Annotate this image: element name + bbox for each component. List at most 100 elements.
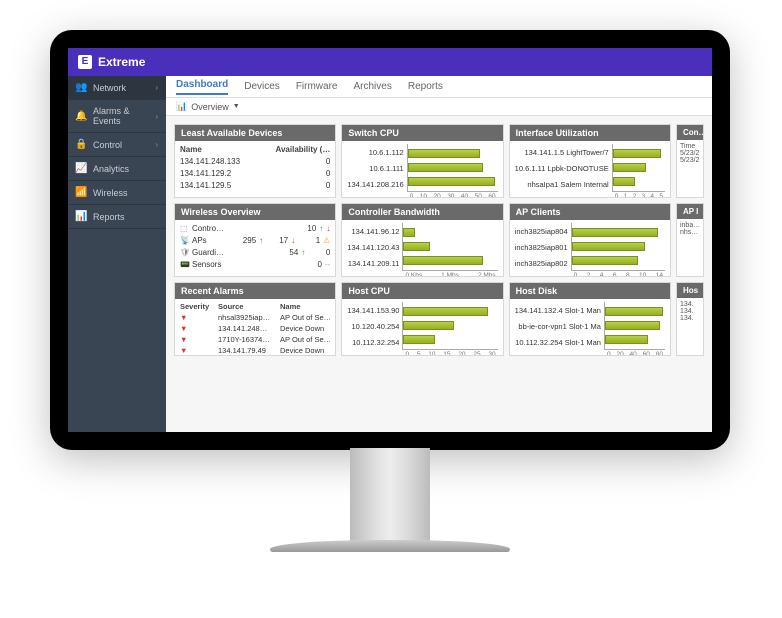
wireless-row[interactable]: 📡APs295↑17↓1⚠ [180, 235, 330, 246]
card-least-available[interactable]: Least Available Devices NameAvailability… [174, 124, 336, 198]
chart-bar [605, 335, 649, 344]
bar-chart: 134.141.153.90 10.120.40.254 10.112.32.254… [347, 302, 497, 350]
tab-reports[interactable]: Reports [408, 81, 443, 92]
card-title: Host Disk [510, 283, 670, 299]
card-controller-bandwidth[interactable]: Controller Bandwidth 134.141.96.12134.14… [341, 203, 503, 277]
app-header: E Extreme [68, 48, 712, 76]
sidebar-icon: 👥 [76, 82, 87, 93]
tab-archives[interactable]: Archives [353, 81, 391, 92]
alarm-row[interactable]: ▼134.141.248…Device Down [180, 324, 330, 334]
table-row[interactable]: 134.141.129.50 [180, 180, 330, 191]
bar-chart: 134.141.1.5 LightTower/710.6.1.11 Lpbk-D… [515, 144, 665, 192]
chart-label: 134.141.132.4 Slot-1 Man [515, 306, 601, 315]
chart-bar [403, 256, 482, 265]
monitor-stand-base [270, 540, 510, 552]
brand-logo: E [78, 55, 92, 69]
chart-label: 10.6.1.112 [347, 148, 403, 157]
chart-bar [613, 149, 661, 158]
severity-icon: ▼ [180, 324, 214, 334]
chart-bar [572, 256, 639, 265]
chart-bar [613, 177, 635, 186]
screen: E Extreme 👥 Network › 🔔Alarms & Events› 🔒 Con… [68, 48, 712, 432]
tab-bar: Dashboard Devices Firmware Archives Reports [166, 76, 712, 98]
alarm-row[interactable]: ▼134.141.79.49Device Down [180, 346, 330, 356]
card-switch-cpu[interactable]: Switch CPU 10.6.1.11210.6.1.111134.141.2… [341, 124, 503, 198]
overview-label: Overview [191, 102, 229, 112]
sidebar-icon: 📶 [76, 187, 87, 198]
monitor-stand-neck [350, 448, 430, 543]
chart-label: 10.6.1.111 [347, 164, 403, 173]
chart-label: bb-ie-cor-vpn1 Slot-1 Ma [515, 322, 601, 331]
alarm-row[interactable]: ▼1710Y-16374…AP Out of Se… [180, 335, 330, 345]
tab-firmware[interactable]: Firmware [296, 81, 338, 92]
card-edge-2[interactable]: AP I inba…nhs… [676, 203, 704, 277]
sidebar-item-control[interactable]: 🔒 Control › [68, 133, 166, 157]
bar-chart: 10.6.1.11210.6.1.111134.141.208.21601020… [347, 144, 497, 192]
card-title: Recent Alarms [175, 283, 335, 299]
wireless-row[interactable]: 🛡Guardi…54↑0 [180, 247, 330, 258]
down-icon: ↓ [326, 223, 330, 234]
wireless-row[interactable]: 📟Sensors0-- [180, 259, 330, 270]
chart-axis: 0 Kbs1 Mbs2 Mbs [403, 272, 497, 277]
chart-axis: 0102030405060 [408, 193, 498, 198]
card-wireless-overview[interactable]: Wireless Overview ⬚Contro…10↑↓📡APs295↑17… [174, 203, 336, 277]
chart-label: 134.141.153.90 [347, 306, 399, 315]
severity-icon: ▼ [180, 313, 214, 323]
card-edge-3[interactable]: Hos 134.134.134. [676, 282, 704, 356]
chart-label: 134.141.120.43 [347, 243, 399, 252]
tab-dashboard[interactable]: Dashboard [176, 79, 228, 95]
bar-chart: 134.141.96.12134.141.120.43134.141.209.1… [347, 223, 497, 271]
alarm-row[interactable]: ▼nhsal3925iap…AP Out of Se… [180, 313, 330, 323]
card-title: Host CPU [342, 283, 502, 299]
bar-chart: inch3825iap804inch3825iap801inch3825iap8… [515, 223, 665, 271]
card-ap-clients[interactable]: AP Clients inch3825iap804inch3825iap801i… [509, 203, 671, 277]
down-icon: ↓ [291, 235, 295, 246]
sidebar-label: Network [93, 83, 126, 93]
chevron-right-icon: › [155, 83, 158, 92]
overview-dropdown[interactable]: 📊 Overview ▼ [166, 98, 712, 116]
chart-bar [403, 242, 429, 251]
chart-axis: 024681014 [572, 272, 665, 277]
severity-icon: ▼ [180, 346, 214, 356]
sidebar-label: Analytics [93, 164, 129, 174]
chart-bar [403, 307, 488, 316]
table-row[interactable]: 134.141.129.20 [180, 168, 330, 179]
up-icon: ↑ [301, 247, 305, 258]
sidebar-label: Control [93, 140, 122, 150]
up-icon: ↑ [319, 223, 323, 234]
chart-bar [403, 228, 414, 237]
sidebar-item-alarms-events[interactable]: 🔔Alarms & Events› [68, 100, 166, 133]
table-row[interactable]: 134.141.248.1330 [180, 156, 330, 167]
chart-bar [408, 163, 483, 172]
sidebar-label: Reports [93, 212, 125, 222]
chart-axis: 020406080 [605, 351, 665, 356]
sidebar-item-analytics[interactable]: 📈Analytics [68, 157, 166, 181]
card-host-disk[interactable]: Host Disk 134.141.132.4 Slot-1 Man bb-ie-… [509, 282, 671, 356]
card-recent-alarms[interactable]: Recent Alarms SeveritySourceName▼nhsal39… [174, 282, 336, 356]
main-panel: DashboardDevicesFirmwareArchivesReports … [166, 76, 712, 432]
chart-icon: 📊 [176, 101, 187, 112]
card-host-cpu[interactable]: Host CPU 134.141.153.90 10.120.40.254 10.1… [341, 282, 503, 356]
dashboard-grid: Least Available Devices NameAvailability… [166, 116, 712, 364]
tab-devices[interactable]: Devices [244, 81, 280, 92]
sidebar-icon: 🔒 [76, 139, 87, 150]
chart-label: inch3825iap801 [515, 243, 568, 252]
chart-label: 10.112.32.254 [347, 338, 399, 347]
severity-icon: ▼ [180, 335, 214, 345]
chart-label: 10.6.1.11 Lpbk-DONOTUSE [515, 164, 609, 173]
chart-bar [572, 228, 659, 237]
sidebar-item-wireless[interactable]: 📶 Wireless [68, 181, 166, 205]
sidebar-label: Wireless [93, 188, 128, 198]
chart-label: inch3825iap802 [515, 259, 568, 268]
sidebar-item-reports[interactable]: 📊Reports [68, 205, 166, 229]
wireless-row[interactable]: ⬚Contro…10↑↓ [180, 223, 330, 234]
sidebar-item-network[interactable]: 👥 Network › [68, 76, 166, 100]
card-title: Wireless Overview [175, 204, 335, 220]
brand-name: Extreme [98, 55, 145, 69]
chevron-right-icon: › [155, 140, 158, 149]
chart-label: 134.141.209.11 [347, 259, 399, 268]
card-edge-1[interactable]: Con… Time5/23/25/23/2 [676, 124, 704, 198]
card-interface-utilization[interactable]: Interface Utilization 134.141.1.5 LightT… [509, 124, 671, 198]
chart-bar [605, 321, 660, 330]
chart-label: 10.120.40.254 [347, 322, 399, 331]
